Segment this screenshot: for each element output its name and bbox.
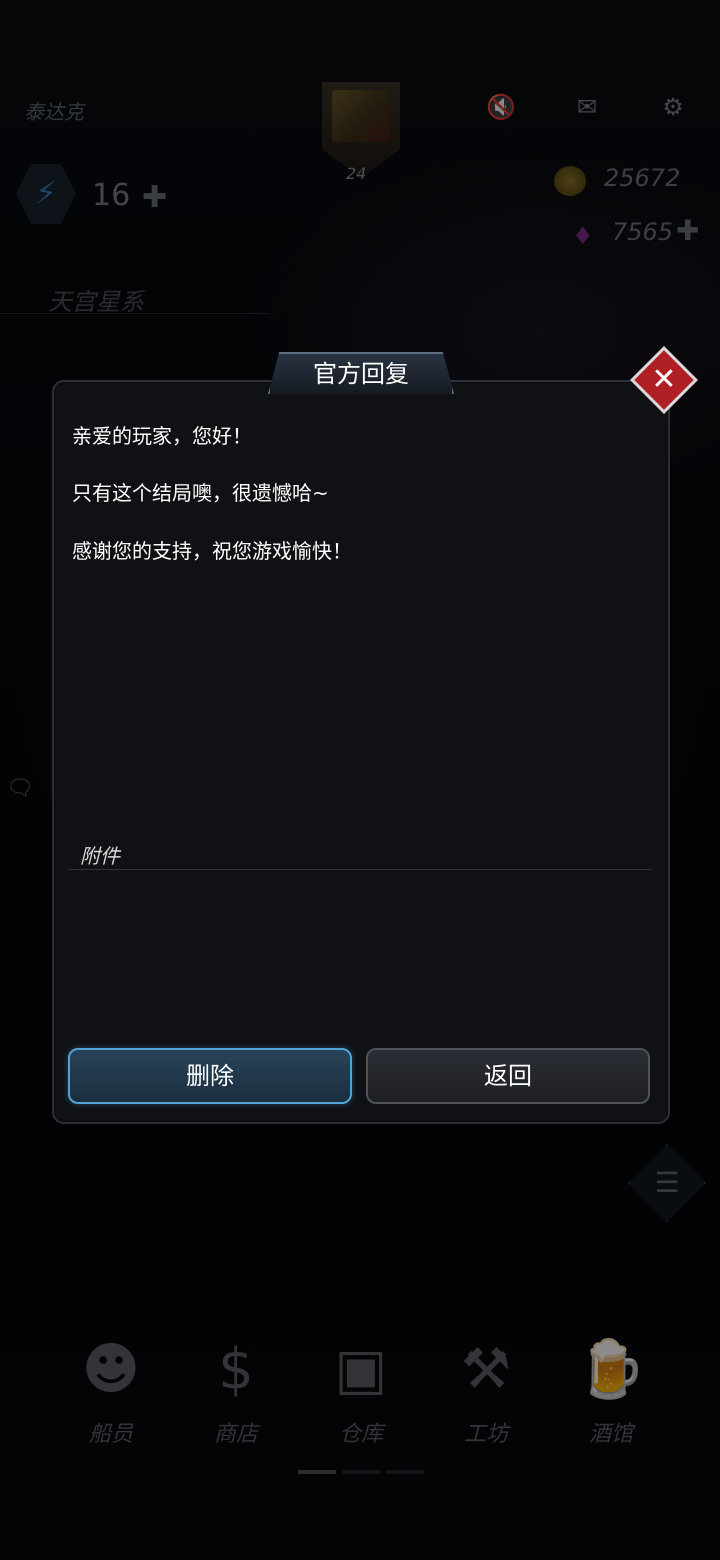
dialog-title: 官方回复 — [268, 352, 454, 394]
attachment-label: 附件 — [80, 844, 120, 868]
close-icon[interactable]: ✕ — [640, 356, 688, 404]
message-line: 只有这个结局噢，很遗憾哈~ — [72, 481, 329, 505]
delete-button[interactable]: 删除 — [68, 1048, 352, 1104]
back-button[interactable]: 返回 — [366, 1048, 650, 1104]
message-line: 感谢您的支持，祝您游戏愉快！ — [72, 539, 352, 563]
attachment-divider — [68, 869, 652, 870]
message-line: 亲爱的玩家，您好！ — [72, 424, 252, 448]
